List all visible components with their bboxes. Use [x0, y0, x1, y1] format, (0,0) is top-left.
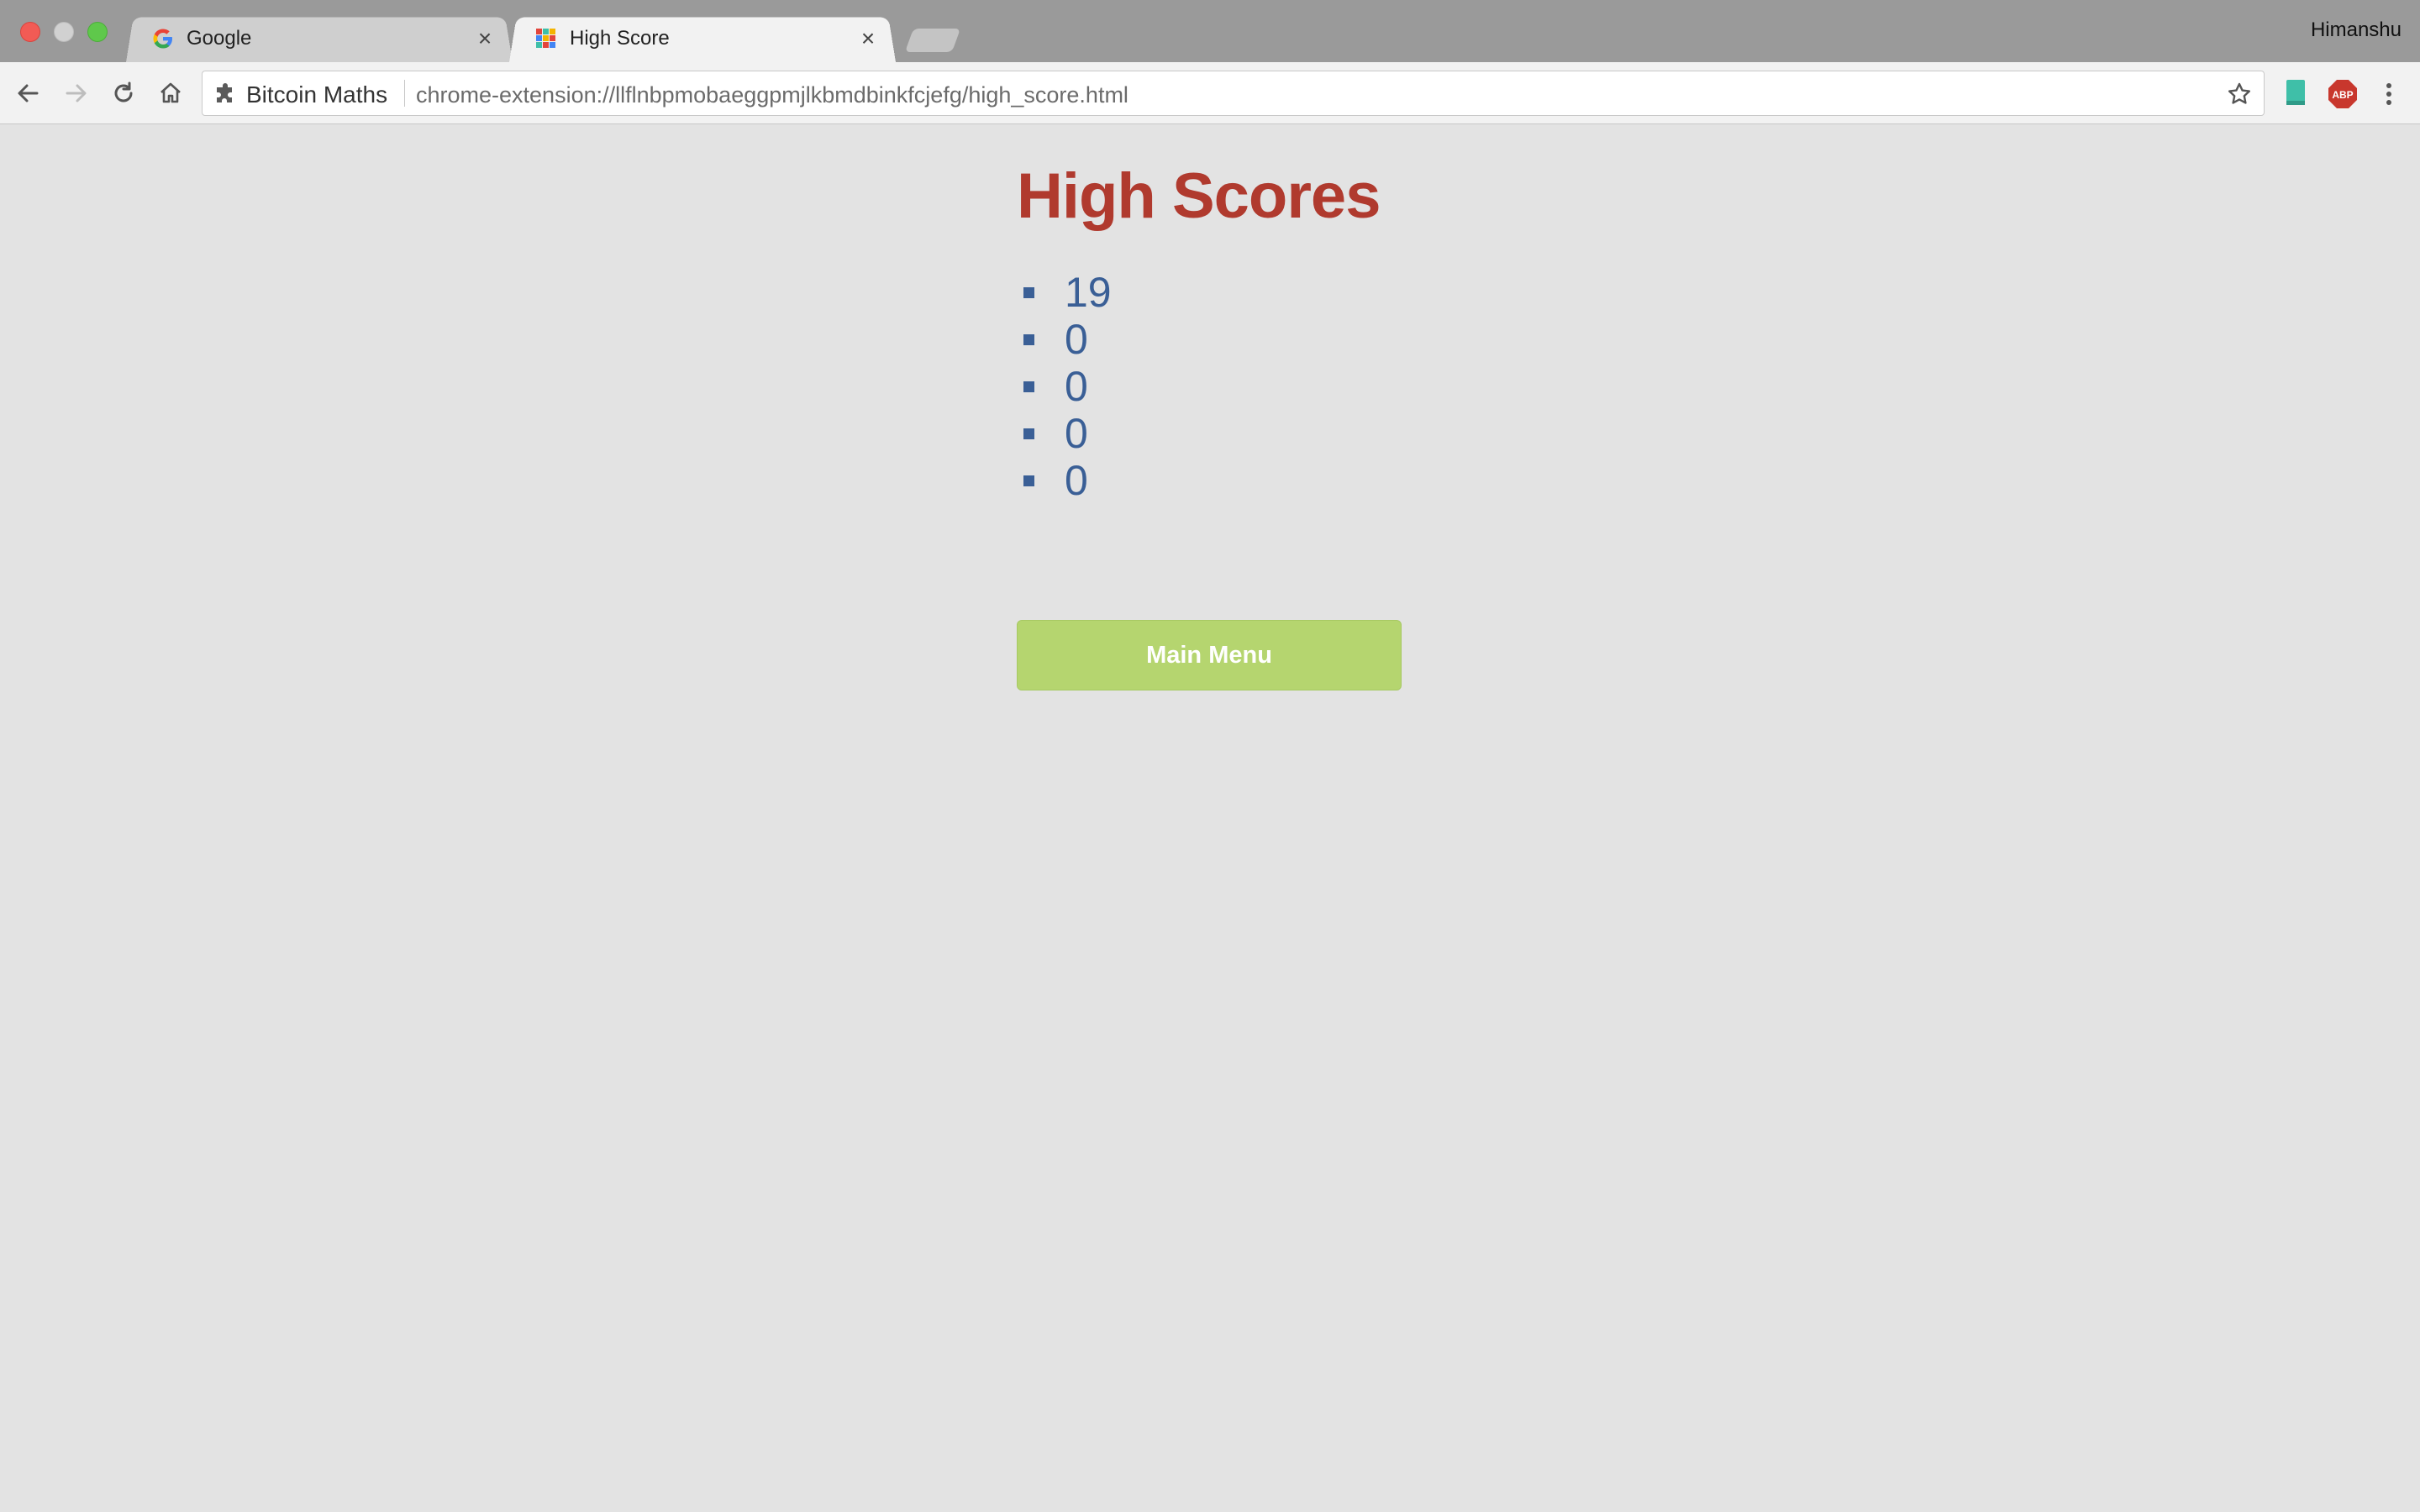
high-score-list: 19 0 0 0 0 — [1022, 269, 1112, 504]
tab-title: High Score — [570, 27, 670, 50]
score-value: 0 — [1065, 363, 1088, 410]
more-menu-icon[interactable] — [2376, 79, 2402, 109]
window-close-button[interactable] — [20, 22, 40, 42]
svg-text:ABP: ABP — [2332, 89, 2353, 101]
tab-close-icon[interactable]: × — [857, 27, 879, 50]
score-item: 19 — [1022, 269, 1112, 316]
page-title: High Scores — [1017, 160, 1381, 232]
score-item: 0 — [1022, 363, 1112, 410]
arrow-right-icon — [66, 84, 87, 102]
new-tab-button[interactable] — [904, 29, 961, 52]
extension-puzzle-icon — [217, 83, 232, 102]
tab-google[interactable]: Google × — [126, 15, 513, 63]
puzzle-grid-icon — [536, 29, 555, 48]
bullet-square-icon — [1023, 475, 1034, 486]
window-minimize-button[interactable] — [54, 22, 74, 42]
score-value: 19 — [1065, 269, 1112, 316]
bookmark-extension-icon[interactable] — [2284, 77, 2307, 109]
bullet-square-icon — [1023, 381, 1034, 392]
score-value: 0 — [1065, 410, 1088, 457]
address-bar[interactable]: Bitcoin Maths chrome-extension://llflnbp… — [202, 71, 2265, 116]
bullet-square-icon — [1023, 428, 1034, 439]
adblock-plus-icon[interactable]: ABP — [2328, 79, 2358, 109]
score-item: 0 — [1022, 410, 1112, 457]
score-value: 0 — [1065, 316, 1088, 363]
forward-button[interactable] — [60, 77, 92, 109]
score-value: 0 — [1065, 457, 1088, 504]
bullet-square-icon — [1023, 333, 1034, 345]
tab-high-score[interactable]: High Score × — [509, 15, 896, 63]
bookmark-star-icon[interactable] — [2227, 81, 2252, 107]
score-item: 0 — [1022, 457, 1112, 504]
home-button[interactable] — [155, 77, 187, 109]
page-content: High Scores 19 0 0 0 0 Main Menu — [0, 124, 2420, 1512]
main-menu-button[interactable]: Main Menu — [1017, 620, 1402, 690]
score-item: 0 — [1022, 316, 1112, 363]
browser-titlebar: Google × High Score × Himanshu — [0, 0, 2420, 63]
reload-icon — [114, 81, 133, 102]
window-maximize-button[interactable] — [87, 22, 108, 42]
tab-close-icon[interactable]: × — [474, 27, 496, 50]
reload-button[interactable] — [108, 77, 139, 109]
google-g-icon — [153, 29, 172, 49]
site-name: Bitcoin Maths — [246, 81, 388, 108]
browser-toolbar: Bitcoin Maths chrome-extension://llflnbp… — [0, 62, 2420, 124]
bullet-square-icon — [1023, 286, 1034, 298]
tab-title: Google — [187, 27, 252, 50]
url-text[interactable]: chrome-extension://llflnbpmobaeggpmjlkbm… — [416, 82, 1128, 108]
profile-name[interactable]: Himanshu — [2311, 18, 2402, 42]
back-button[interactable] — [12, 77, 44, 109]
omnibox-separator — [404, 80, 405, 107]
home-icon — [160, 82, 181, 103]
arrow-left-icon — [18, 84, 39, 102]
